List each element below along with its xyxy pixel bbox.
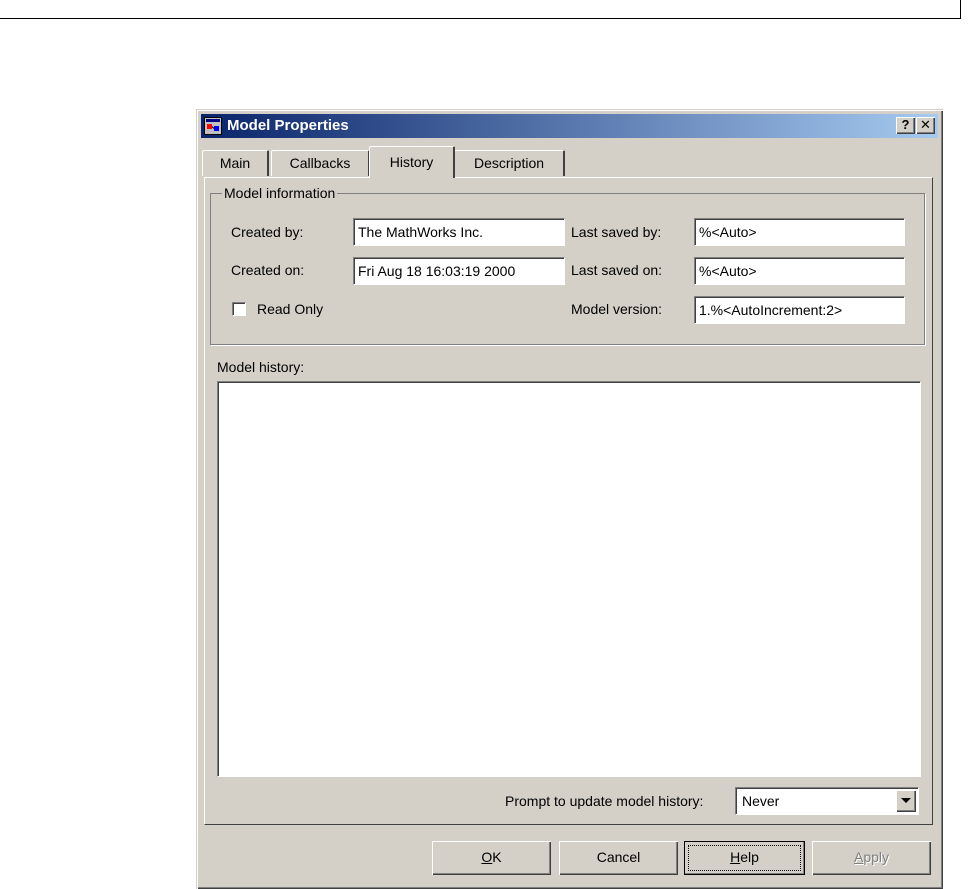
read-only-label[interactable]: Read Only — [257, 300, 323, 318]
created-by-field[interactable]: The MathWorks Inc. — [353, 218, 565, 246]
help-caption-button[interactable]: ? — [896, 117, 915, 134]
page-rule — [0, 18, 960, 19]
model-history-label: Model history: — [217, 359, 305, 375]
tab-history[interactable]: History — [369, 146, 455, 178]
created-by-label: Created by: — [231, 224, 304, 240]
created-on-label: Created on: — [231, 262, 305, 278]
tab-description[interactable]: Description — [454, 150, 565, 176]
model-version-field[interactable]: 1.%<AutoIncrement:2> — [694, 296, 905, 324]
help-button[interactable]: Help — [684, 841, 805, 875]
apply-label-rest: pply — [863, 849, 890, 865]
simulink-model-icon — [204, 117, 222, 135]
prompt-selected-value: Never — [742, 793, 780, 809]
tab-callbacks[interactable]: Callbacks — [271, 150, 370, 176]
cancel-button[interactable]: Cancel — [559, 841, 678, 875]
ok-label-rest: K — [492, 849, 502, 865]
ok-button[interactable]: OK — [432, 841, 551, 875]
prompt-update-history-label: Prompt to update model history: — [505, 793, 704, 809]
model-information-legend: Model information — [222, 184, 338, 202]
read-only-checkbox[interactable] — [232, 302, 246, 316]
page-rule-tick — [960, 0, 961, 19]
prompt-update-history-select[interactable]: Never — [735, 787, 919, 815]
chevron-down-icon[interactable] — [896, 790, 916, 812]
model-history-textarea[interactable] — [217, 381, 921, 777]
model-version-label: Model version: — [571, 301, 663, 317]
last-saved-by-label: Last saved by: — [571, 224, 662, 240]
ok-accelerator: O — [481, 849, 493, 865]
apply-accelerator: A — [853, 849, 864, 865]
title-bar[interactable]: Model Properties ? ✕ — [201, 114, 938, 138]
apply-button[interactable]: Apply — [812, 841, 931, 875]
tab-main[interactable]: Main — [202, 150, 269, 176]
close-icon[interactable]: ✕ — [916, 117, 935, 134]
created-on-field[interactable]: Fri Aug 18 16:03:19 2000 — [353, 257, 565, 285]
window-title: Model Properties — [227, 117, 349, 134]
last-saved-on-field[interactable]: %<Auto> — [694, 257, 905, 285]
last-saved-by-field[interactable]: %<Auto> — [694, 218, 905, 246]
focus-rect — [688, 845, 801, 871]
last-saved-on-label: Last saved on: — [571, 262, 663, 278]
